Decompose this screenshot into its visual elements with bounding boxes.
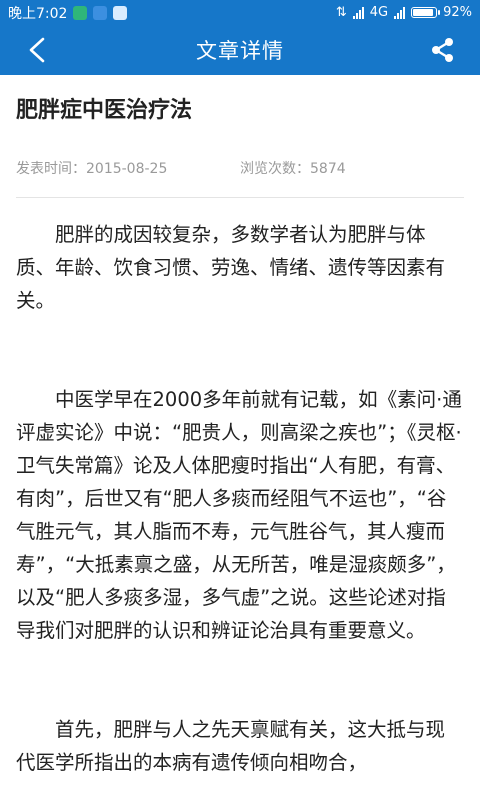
status-right: ⇅ 4G 92% (336, 5, 472, 20)
signal-strength-icon-2 (394, 6, 406, 19)
article-paragraph-3: 首先，肥胖与人之先天禀赋有关，这大抵与现代医学所指出的本病有遗传倾向相吻合， (16, 718, 446, 774)
data-transfer-icon: ⇅ (335, 5, 347, 20)
paragraph-spacer-2 (16, 647, 464, 713)
network-type: 4G (369, 5, 389, 20)
publish-date: 发表时间：2015-08-25 (16, 161, 168, 177)
article-paragraph-1: 肥胖的成因较复杂，多数学者认为肥胖与体质、年龄、饮食习惯、劳逸、情绪、遗传等因素… (16, 223, 446, 312)
status-left: 晚上7:02 (8, 3, 128, 23)
cloud-app-icon (93, 5, 108, 20)
chevron-left-icon (29, 37, 45, 63)
shield-app-icon (73, 5, 88, 20)
view-count: 浏览次数：5874 (240, 161, 346, 177)
article-content: 肥胖症中医治疗法 发表时间：2015-08-25 浏览次数：5874 肥胖的成因… (0, 75, 480, 779)
article-title: 肥胖症中医治疗法 (16, 98, 193, 123)
app-bar-title: 文章详情 (196, 39, 284, 63)
message-app-icon (113, 5, 128, 20)
app-bar: 文章详情 (0, 25, 480, 75)
article-paragraph-2: 中医学早在2000多年前就有记载，如《素问·通评虚实论》中说：“肥贵人，则高梁之… (16, 388, 462, 642)
status-bar: 晚上7:02 ⇅ 4G 92% (0, 0, 480, 25)
share-button[interactable] (428, 36, 458, 64)
battery-percent: 92% (443, 5, 472, 20)
battery-icon (411, 7, 441, 18)
back-button[interactable] (22, 36, 52, 64)
share-icon (432, 38, 453, 62)
divider (16, 197, 464, 198)
battery-fill (413, 9, 434, 16)
article-meta: 发表时间：2015-08-25 浏览次数：5874 (16, 159, 464, 179)
status-time: 晚上7:02 (8, 5, 68, 22)
signal-strength-icon (352, 6, 364, 19)
